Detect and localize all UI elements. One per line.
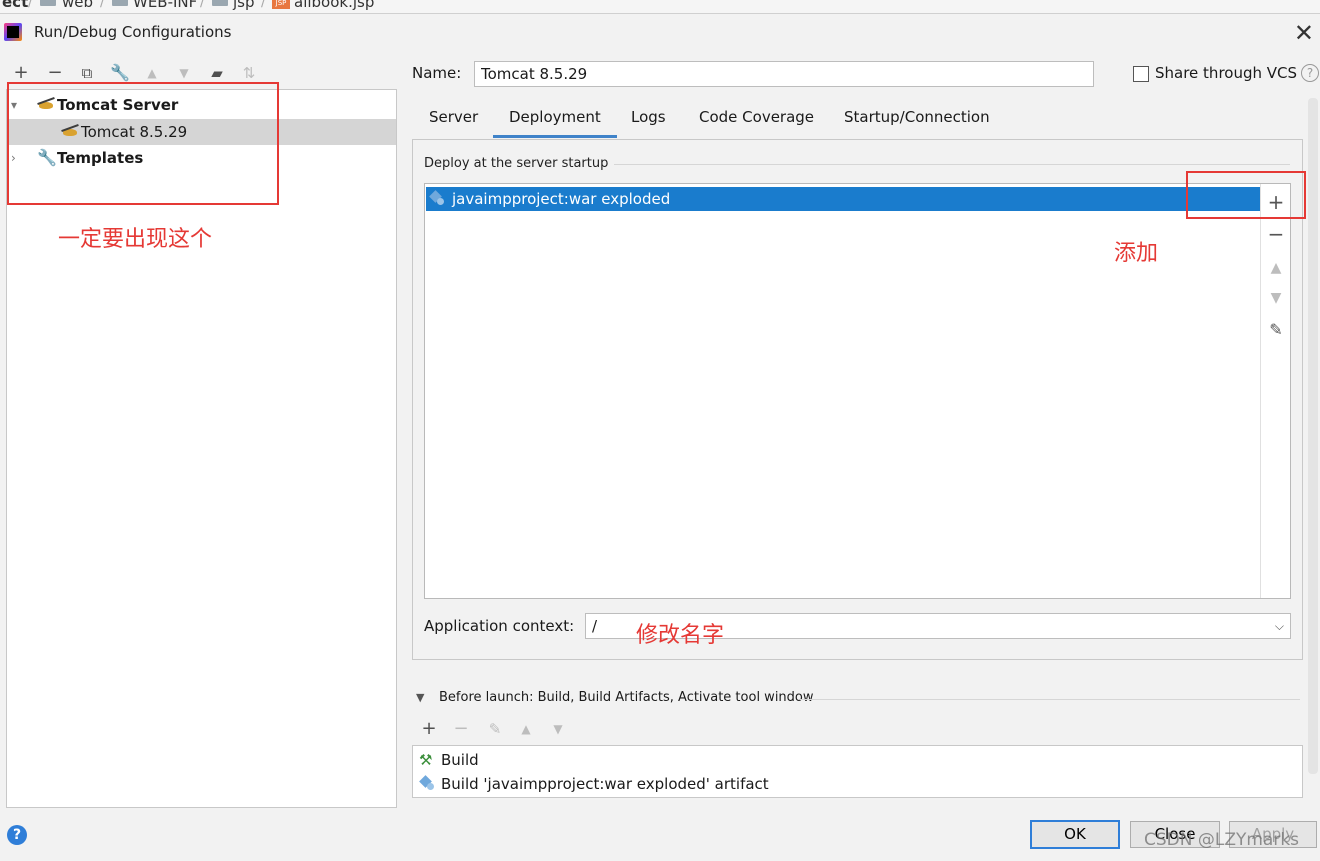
remove-icon[interactable]: − — [1264, 222, 1288, 246]
tab-server[interactable]: Server — [413, 102, 494, 138]
before-launch-label[interactable]: Before launch: Build, Build Artifacts, A… — [439, 690, 814, 705]
annotation-text-context: 修改名字 — [636, 623, 725, 648]
wrench-icon[interactable]: 🔧 — [109, 62, 131, 84]
collapse-arrow-icon[interactable]: ▼ — [416, 691, 424, 704]
chevron-down-icon[interactable]: ⌵ — [1275, 614, 1284, 638]
breadcrumb-project[interactable]: ect — [2, 0, 28, 11]
tree-item-label: Tomcat 8.5.29 — [81, 123, 188, 141]
close-icon[interactable]: ✕ — [1294, 18, 1314, 48]
move-up-icon[interactable]: ▲ — [1264, 256, 1288, 280]
remove-icon[interactable]: − — [44, 62, 66, 84]
tree-item-tomcat-config[interactable]: Tomcat 8.5.29 — [7, 119, 396, 145]
breadcrumb-file[interactable]: allbook.jsp — [294, 0, 374, 11]
app-context-value: / — [592, 617, 598, 635]
share-vcs-checkbox[interactable] — [1133, 66, 1149, 82]
chevron-down-icon[interactable]: ▾ — [11, 92, 17, 118]
help-icon[interactable]: ? — [7, 825, 27, 845]
tree-item-label: Templates — [57, 149, 144, 167]
tab-deployment[interactable]: Deployment — [493, 102, 617, 138]
remove-icon[interactable]: − — [450, 718, 472, 740]
annotation-text-add: 添加 — [1114, 241, 1159, 266]
list-item[interactable]: ⚒ Build — [417, 748, 479, 772]
sort-icon[interactable]: ⇅ — [238, 62, 260, 84]
move-down-icon[interactable]: ▼ — [1264, 286, 1288, 310]
chevron-right-icon[interactable]: › — [11, 145, 16, 171]
move-up-icon[interactable]: ▲ — [141, 62, 163, 84]
window-title: Run/Debug Configurations — [34, 23, 232, 41]
apply-button[interactable]: Apply — [1229, 821, 1317, 848]
deployment-side-toolbar: + − ▲ ▼ ✎ — [1260, 184, 1290, 598]
add-icon[interactable]: + — [418, 718, 440, 740]
list-item-label: Build 'javaimpproject:war exploded' arti… — [441, 775, 769, 793]
name-field[interactable] — [474, 61, 1094, 87]
annotation-text-tree: 一定要出现这个 — [58, 227, 213, 252]
app-context-label: Application context: — [424, 617, 575, 635]
breadcrumb-separator: / — [200, 0, 205, 10]
breadcrumb-separator: / — [261, 0, 266, 10]
list-item-label: javaimpproject:war exploded — [452, 190, 671, 208]
breadcrumb: ect / web / WEB-INF / jsp / JSP allbook.… — [0, 0, 1320, 14]
tomcat-icon — [61, 126, 79, 139]
deploy-section-title: Deploy at the server startup — [424, 156, 615, 171]
folder-icon — [212, 0, 228, 6]
divider — [800, 699, 1300, 700]
list-item[interactable]: Build 'javaimpproject:war exploded' arti… — [417, 772, 769, 796]
build-hammer-icon: ⚒ — [419, 751, 433, 769]
tab-code-coverage[interactable]: Code Coverage — [683, 102, 830, 138]
tomcat-icon — [37, 99, 55, 112]
breadcrumb-separator: / — [100, 0, 105, 10]
add-icon[interactable]: + — [1264, 190, 1288, 214]
copy-icon[interactable]: ⧉ — [76, 62, 98, 84]
jsp-file-icon: JSP — [272, 0, 290, 9]
share-vcs-label[interactable]: Share through VCS — [1155, 64, 1297, 82]
tree-item-templates[interactable]: › 🔧 Templates — [7, 145, 396, 171]
list-item[interactable]: javaimpproject:war exploded — [426, 187, 1260, 211]
breadcrumb-web[interactable]: web — [62, 0, 93, 11]
breadcrumb-web-inf[interactable]: WEB-INF — [133, 0, 197, 11]
scrollbar[interactable] — [1308, 98, 1318, 774]
artifact-icon — [430, 191, 446, 207]
wrench-icon: 🔧 — [37, 148, 57, 167]
edit-icon[interactable]: ✎ — [1264, 318, 1288, 342]
move-up-icon[interactable]: ▲ — [515, 718, 537, 740]
close-button[interactable]: Close — [1130, 821, 1220, 848]
configuration-tree: ▾ Tomcat Server Tomcat 8.5.29 › 🔧 Templa… — [6, 89, 397, 808]
help-icon[interactable]: ? — [1301, 64, 1319, 82]
artifact-icon — [420, 776, 436, 792]
tree-item-tomcat-server[interactable]: ▾ Tomcat Server — [7, 92, 396, 118]
divider — [604, 164, 1290, 165]
name-label: Name: — [412, 64, 462, 82]
ok-button[interactable]: OK — [1030, 820, 1120, 849]
edit-icon[interactable]: ✎ — [484, 718, 506, 740]
tab-logs[interactable]: Logs — [615, 102, 682, 138]
new-folder-icon[interactable]: ▰ — [206, 62, 228, 84]
intellij-logo-icon — [4, 23, 22, 41]
list-item-label: Build — [441, 751, 479, 769]
add-icon[interactable]: + — [10, 62, 32, 84]
move-down-icon[interactable]: ▼ — [173, 62, 195, 84]
breadcrumb-separator: / — [28, 0, 33, 10]
before-launch-list: ⚒ Build Build 'javaimpproject:war explod… — [412, 745, 1303, 798]
folder-icon — [40, 0, 56, 6]
move-down-icon[interactable]: ▼ — [547, 718, 569, 740]
deployment-list: javaimpproject:war exploded — [424, 183, 1291, 599]
tab-startup-connection[interactable]: Startup/Connection — [828, 102, 1006, 138]
tree-item-label: Tomcat Server — [57, 96, 179, 114]
breadcrumb-jsp[interactable]: jsp — [233, 0, 255, 11]
title-bar: Run/Debug Configurations ✕ — [0, 14, 1320, 54]
folder-icon — [112, 0, 128, 6]
